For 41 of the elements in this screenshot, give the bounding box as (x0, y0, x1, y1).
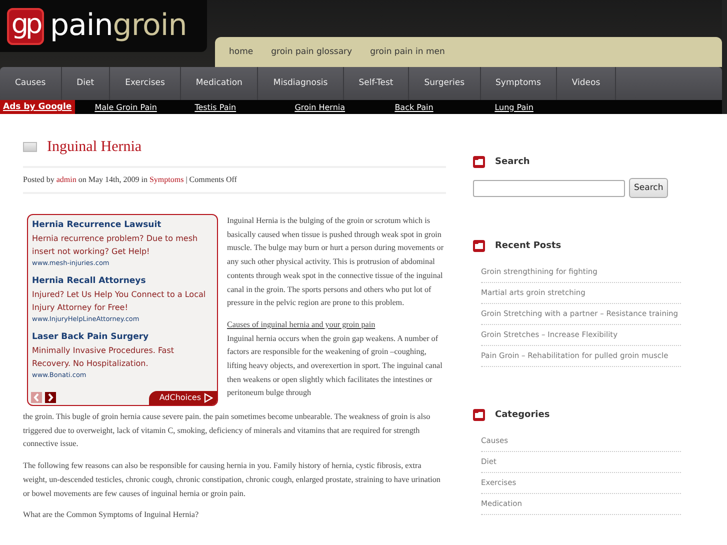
adchoices-badge[interactable]: AdChoices (149, 391, 217, 405)
post-icon (23, 142, 37, 152)
search-field[interactable] (473, 180, 625, 196)
ad-link[interactable]: Groin Hernia (294, 102, 375, 112)
nav-link[interactable]: groin pain in men (370, 47, 445, 57)
category-link[interactable]: Symptoms (149, 175, 184, 184)
ad-title[interactable]: Hernia Recurrence Lawsuit (32, 219, 162, 232)
ad-link[interactable]: Male Groin Pain (94, 102, 175, 112)
paragraph: Inguinal hernia occurs when the groin gap weakens. A number of factors are responsible for the weakening of groin –coughing, lifting heavy objects, and overexertion in sport. The inguinal canal then weakens or open slightly which facilitates the intestines or peritoneum bulge through (227, 332, 444, 400)
adchoices-label: AdChoices (159, 392, 201, 404)
author-link[interactable]: admin (56, 175, 76, 184)
ads-by-google-link[interactable]: Ads by Google (0, 100, 75, 114)
paragraph: What are the Common Symptoms of Inguinal Hernia? (23, 509, 200, 522)
folder-icon (473, 409, 485, 421)
ad-link[interactable]: Lung Pain (494, 102, 575, 112)
folder-icon (473, 156, 485, 168)
logo-mark: gp (7, 8, 44, 44)
site-name: paingroin (50, 8, 187, 44)
search-button[interactable]: Search (629, 178, 668, 198)
ad-link[interactable]: Testis Pain (194, 102, 275, 112)
ad-text: Hernia recurrence problem? Due to mesh insert not working? Get Help! (32, 233, 199, 258)
ad-link[interactable]: Back Pain (394, 102, 475, 112)
folder-icon (473, 240, 485, 252)
post-meta: Posted by admin on May 14th, 2009 in Symptoms | Comments Off (23, 166, 446, 194)
paragraph: The following few reasons can also be responsible for causing hernia in you. Family history of hernia, cystic fibrosis, extra weight, un-descended testicles, chronic cough, chronic constipation, chronic cough, enlarged prostate, straining to have urination or bowel movements are few causes of inguinal hernia or groin pain. (23, 460, 442, 500)
ad-text: Injured? Let Us Help You Connect to a Local Injury Attorney for Free! (32, 289, 207, 314)
play-triangle-icon (204, 393, 213, 403)
next-arrow-icon[interactable] (45, 392, 56, 403)
ad-title[interactable]: Hernia Recall Attorneys (32, 275, 146, 288)
widget-title: Search (495, 157, 530, 167)
paragraph: Inguinal Hernia is the bulging of the groin or scrotum which is basically caused when tissue is pushed through weak spot in groin muscle. The bulge may burn or hurt a person during movements or any such other physical activity. This is protrusion of abdominal contents through weak spot in the connective tissue of the inguinal canal in the groin. The sports persons and others who put lot of pressure in the pelvic region are prone to this problem. (227, 215, 445, 310)
site-logo[interactable]: gp paingroin (0, 0, 207, 52)
widget-title: Recent Posts (495, 241, 562, 251)
paragraph: the groin. This bugle of groin hernia cause severe pain. the pain sometimes become unbearable. The weakness of groin is also triggered due to overweight, lack of vitamin C, smoking, deficiency of minerals and vitamins that are required for strength connective issue. (23, 411, 432, 450)
post-title[interactable]: Inguinal Hernia (47, 138, 142, 156)
widget-title: Categories (495, 410, 550, 420)
nav-link[interactable]: groin pain glossary (271, 47, 352, 57)
section-link[interactable]: Causes of inguinal hernia and your groin pain (227, 318, 446, 332)
nav-link[interactable]: home (229, 47, 254, 57)
ad-title[interactable]: Laser Back Pain Surgery (32, 331, 149, 344)
ad-text: Minimally Invasive Procedures. Fast Recovery. No Hospitalization. (32, 345, 176, 370)
